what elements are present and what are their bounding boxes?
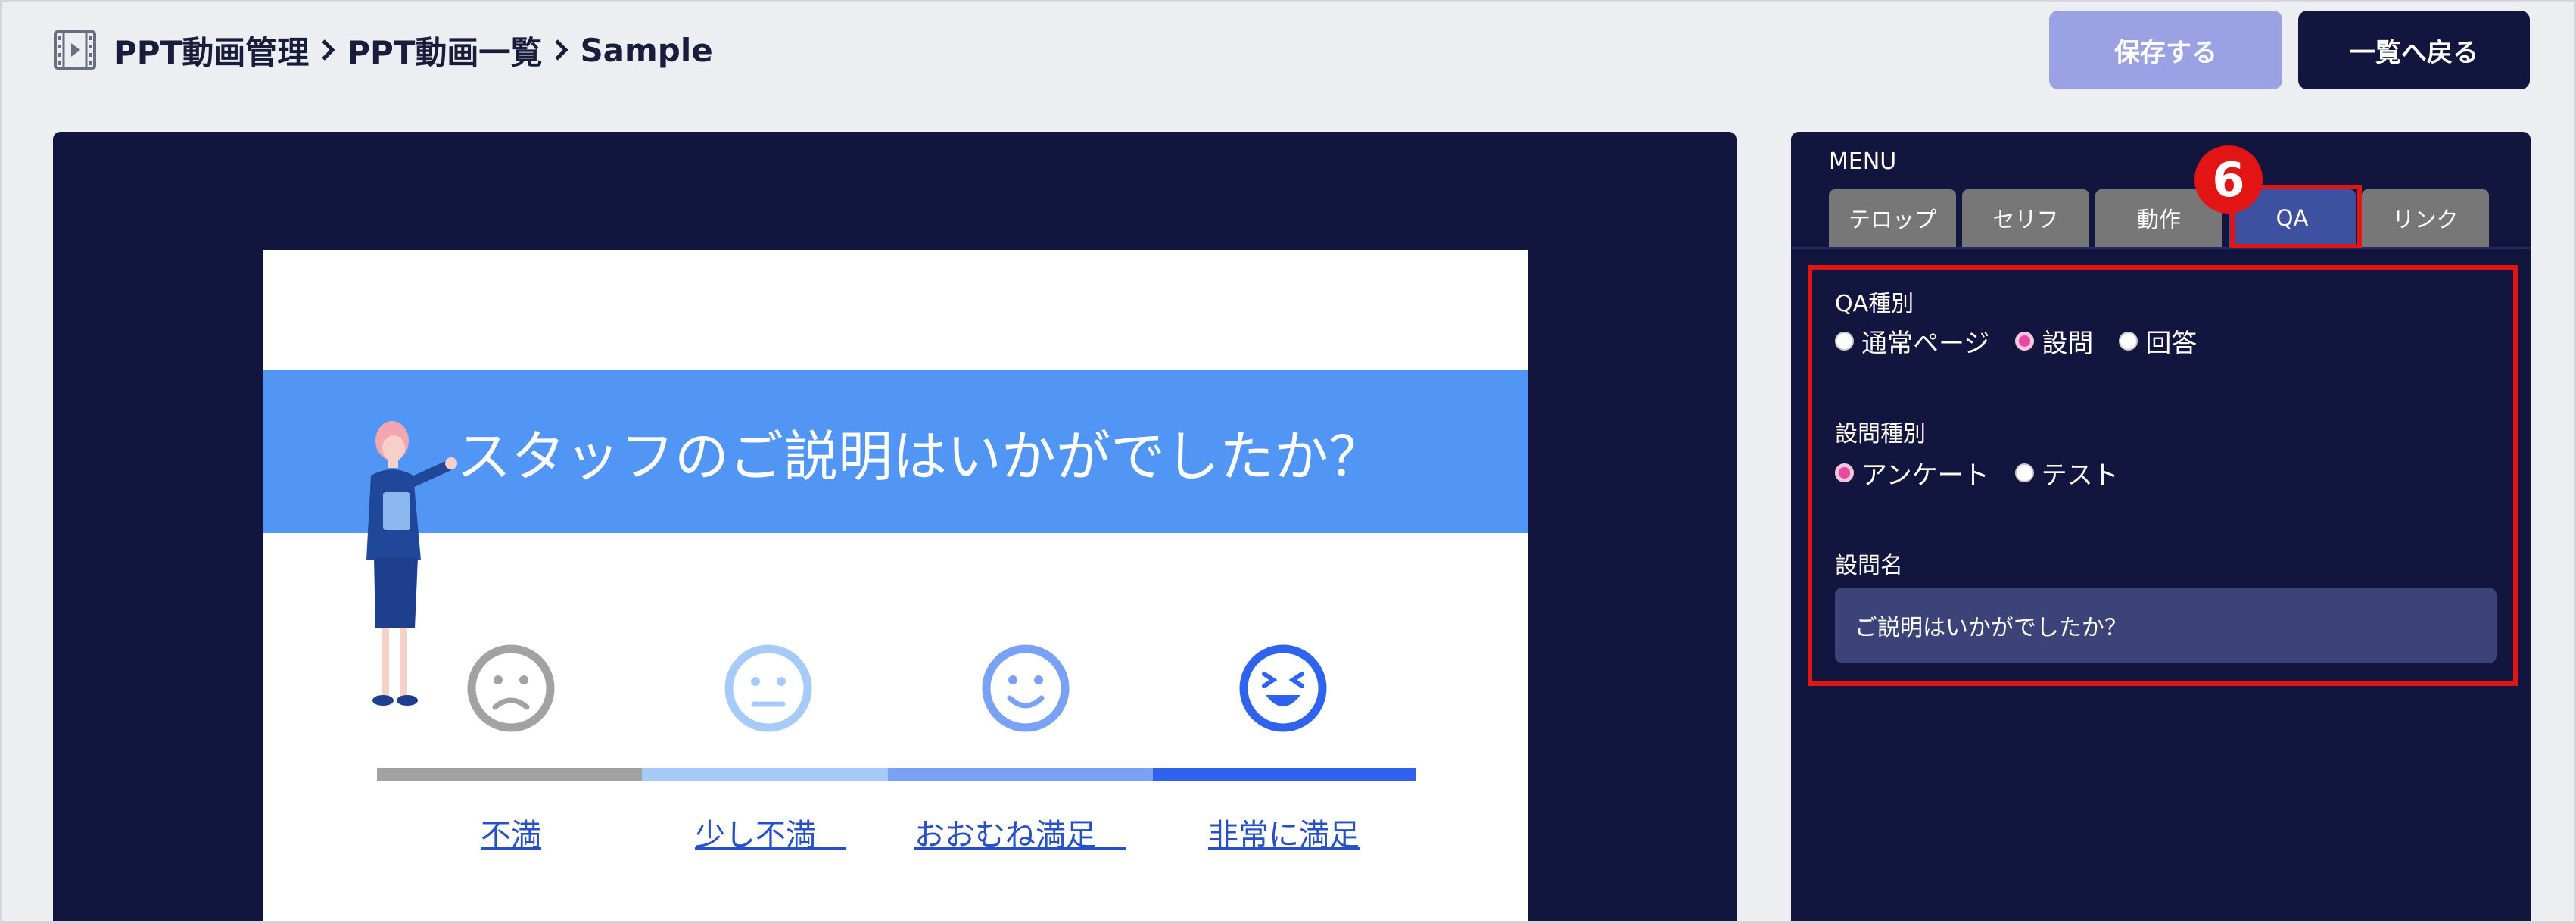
scale-label-dissatisfied[interactable]: 不満 — [481, 810, 541, 854]
menu-title: MENU — [1829, 148, 1897, 175]
chevron-right-icon — [309, 35, 347, 65]
qa-settings-section: QA種別 通常ページ 設問 回答 設問種別 アンケート テスト 設問名 ご説明は… — [1808, 265, 2518, 686]
question-type-radio-group: アンケート テスト — [1835, 454, 2119, 491]
scale-bar-slightly-dissatisfied — [642, 768, 888, 781]
qa-type-radio-group: 通常ページ 設問 回答 — [1835, 323, 2197, 360]
radio-label: 設問 — [2042, 329, 2094, 359]
radio-label: テスト — [2041, 460, 2119, 491]
radio-label: 通常ページ — [1861, 329, 1990, 359]
smile-face-icon — [982, 644, 1070, 732]
qa-type-label: QA種別 — [1835, 291, 1914, 317]
breadcrumb-item-ppt-video-management[interactable]: PPT動画管理 — [114, 27, 309, 73]
menu-tabs: テロップ セリフ 動作 QA リンク — [1829, 189, 2489, 247]
scale-label-mostly-satisfied[interactable]: おおむね満足 — [914, 810, 1126, 854]
radio-answer[interactable]: 回答 — [2119, 323, 2197, 360]
scale-bar-mostly-satisfied — [888, 768, 1153, 781]
tab-telop[interactable]: テロップ — [1829, 189, 1956, 247]
tab-link[interactable]: リンク — [2362, 189, 2489, 247]
breadcrumb-item-current: Sample — [580, 31, 713, 69]
scale-bar-very-satisfied — [1153, 768, 1416, 781]
frown-face-icon — [467, 644, 555, 732]
video-file-icon — [53, 30, 97, 70]
radio-button[interactable] — [2119, 332, 2138, 351]
breadcrumb: PPT動画管理 PPT動画一覧 Sample — [53, 27, 713, 73]
presenter-illustration — [366, 421, 457, 706]
question-name-input[interactable]: ご説明はいかがでしたか？ — [1835, 588, 2497, 663]
radio-label: アンケート — [1861, 460, 1989, 491]
tab-divider — [1791, 247, 2531, 249]
slide-question-text: スタッフのご説明はいかがでしたか？ — [456, 424, 1384, 488]
radio-button[interactable] — [2014, 463, 2034, 482]
scale-label-very-satisfied[interactable]: 非常に満足 — [1208, 810, 1360, 854]
slide-preview: スタッフのご説明はいかがでしたか？ 不満 少し不満 おおむね満足 非常に満足 — [263, 250, 1528, 923]
scale-label-slightly-dissatisfied[interactable]: 少し不満 — [695, 810, 846, 854]
chevron-right-icon — [542, 35, 580, 65]
breadcrumb-item-ppt-video-list[interactable]: PPT動画一覧 — [347, 27, 542, 73]
radio-label: 回答 — [2145, 329, 2198, 359]
question-type-label: 設問種別 — [1835, 421, 1926, 447]
radio-survey[interactable]: アンケート — [1835, 454, 1989, 491]
grin-face-icon — [1239, 644, 1327, 732]
back-to-list-button[interactable]: 一覧へ戻る — [2298, 11, 2530, 89]
video-preview-panel: スタッフのご説明はいかがでしたか？ 不満 少し不満 おおむね満足 非常に満足 — [53, 132, 1737, 923]
radio-question[interactable]: 設問 — [2015, 323, 2093, 360]
radio-test[interactable]: テスト — [2014, 454, 2119, 491]
tab-serif[interactable]: セリフ — [1962, 189, 2089, 247]
radio-button[interactable] — [1835, 332, 1854, 351]
scale-bar-dissatisfied — [377, 768, 642, 781]
question-name-label: 設問名 — [1835, 553, 1903, 579]
neutral-face-icon — [724, 644, 812, 732]
step-badge: 6 — [2194, 145, 2263, 214]
radio-button-selected[interactable] — [2015, 332, 2035, 351]
radio-normal-page[interactable]: 通常ページ — [1835, 323, 1989, 360]
radio-button-selected[interactable] — [1835, 463, 1854, 482]
save-button[interactable]: 保存する — [2049, 11, 2282, 89]
